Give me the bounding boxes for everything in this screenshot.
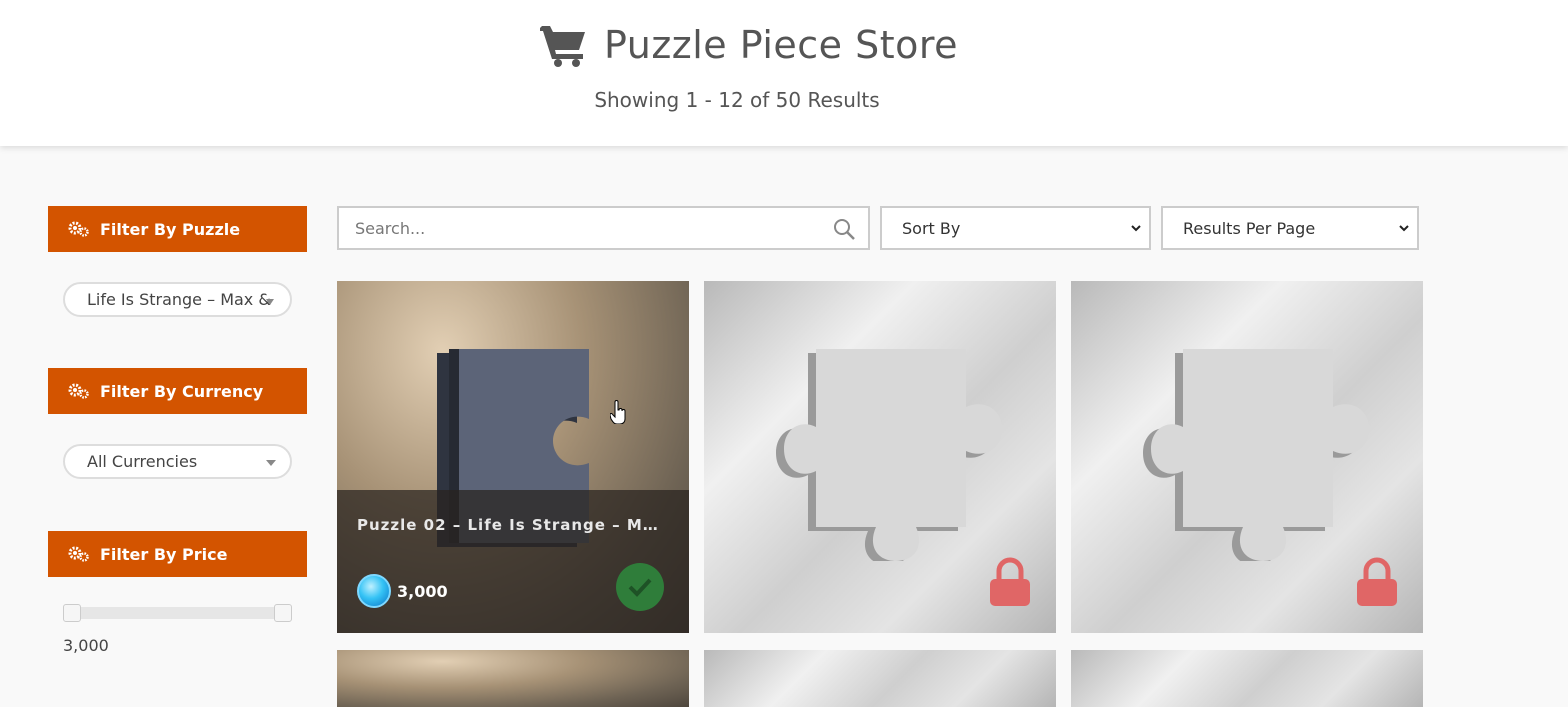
puzzle-filter-value: Life Is Strange – Max & — [87, 290, 271, 309]
puzzle-filter-select[interactable]: Life Is Strange – Max & — [63, 282, 292, 317]
store-header: Puzzle Piece Store Showing 1 - 12 of 50 … — [0, 0, 1568, 146]
page-title: Puzzle Piece Store — [604, 23, 959, 67]
filter-by-puzzle-title: Filter By Puzzle — [100, 219, 241, 239]
product-card[interactable] — [704, 650, 1056, 707]
results-per-page-select[interactable]: Results Per Page — [1161, 206, 1419, 250]
puzzle-piece-image — [1143, 349, 1369, 561]
slider-min-handle[interactable] — [63, 604, 81, 622]
price-range-slider[interactable] — [63, 604, 292, 622]
search-input[interactable] — [339, 208, 819, 248]
product-card[interactable] — [337, 650, 689, 707]
results-count: Showing 1 - 12 of 50 Results — [594, 88, 880, 112]
product-card[interactable] — [1071, 281, 1423, 633]
filter-by-currency-header: Filter By Currency — [48, 368, 307, 414]
product-card[interactable] — [1071, 650, 1423, 707]
currency-filter-select[interactable]: All Currencies — [63, 444, 292, 479]
filter-by-currency-title: Filter By Currency — [100, 381, 264, 401]
sort-by-select[interactable]: Sort By — [880, 206, 1151, 250]
hand-cursor-icon — [610, 400, 626, 424]
results-per-page-label: Results Per Page — [1183, 218, 1316, 238]
sort-by-label: Sort By — [902, 218, 961, 238]
chevron-down-icon — [1399, 225, 1409, 232]
product-price: 3,000 — [397, 582, 448, 601]
filter-by-puzzle-header: Filter By Puzzle — [48, 206, 307, 252]
slider-track — [71, 607, 284, 619]
gears-icon — [68, 546, 89, 562]
product-card[interactable]: Puzzle 02 – Life Is Strange – Max & Chlo… — [337, 281, 689, 633]
product-info-overlay: Puzzle 02 – Life Is Strange – Max & Chlo… — [337, 490, 689, 633]
checkmark-icon — [628, 578, 652, 597]
owned-check-badge — [616, 563, 664, 611]
lock-icon — [1357, 557, 1397, 606]
store-title: Puzzle Piece Store — [540, 20, 958, 70]
search-box — [337, 206, 870, 250]
product-name[interactable]: Puzzle 02 – Life Is Strange – Max & Chlo… — [357, 516, 667, 534]
filter-by-price-header: Filter By Price — [48, 531, 307, 577]
lock-icon — [990, 557, 1030, 606]
chevron-down-icon — [266, 460, 276, 466]
slider-max-handle[interactable] — [274, 604, 292, 622]
gears-icon — [68, 383, 89, 399]
shopping-cart-icon — [540, 26, 585, 67]
filter-by-price-title: Filter By Price — [100, 544, 228, 564]
puzzle-piece-image — [776, 349, 1002, 561]
chevron-down-icon — [266, 299, 274, 305]
search-icon[interactable] — [832, 217, 856, 241]
chevron-down-icon — [1131, 225, 1141, 232]
product-card[interactable] — [704, 281, 1056, 633]
price-value: 3,000 — [63, 636, 109, 655]
gears-icon — [68, 221, 89, 237]
currency-coin-icon — [357, 574, 391, 608]
currency-filter-value: All Currencies — [87, 452, 198, 471]
